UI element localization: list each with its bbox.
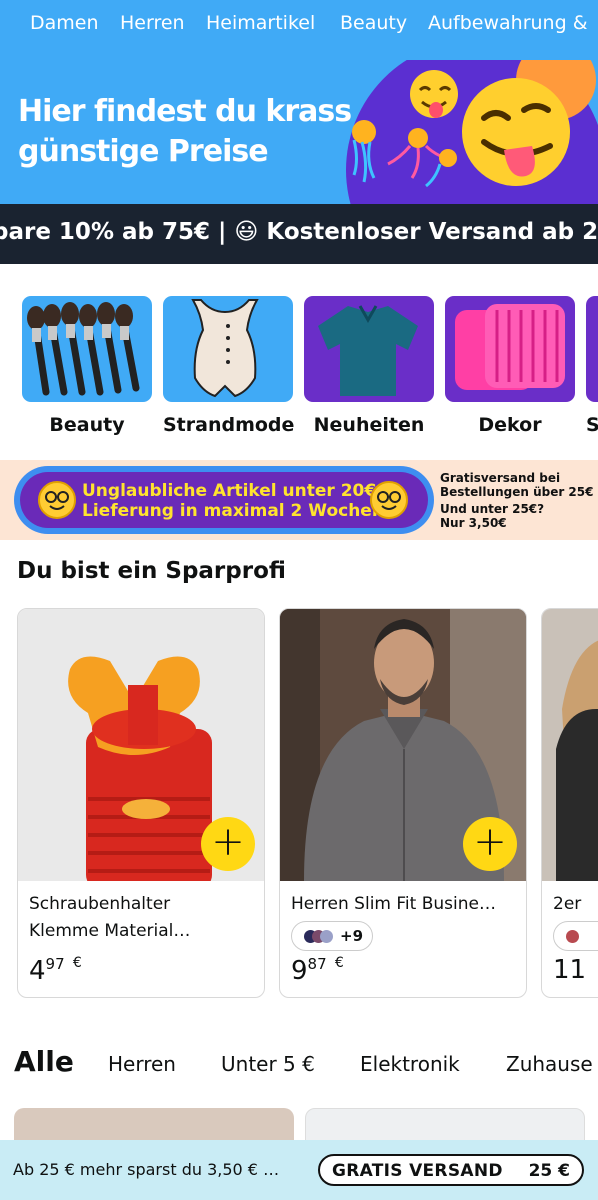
tab-alle[interactable]: Alle [14, 1045, 74, 1078]
nerd-emoji-icon [370, 481, 408, 519]
category-image-beauty [22, 296, 152, 402]
promo-side-text-1: Gratisversand bei [440, 471, 561, 485]
promo-pill: Unglaubliche Artikel unter 20€ Lieferung… [14, 466, 434, 534]
category-image-partial [586, 296, 598, 402]
product-card[interactable]: + Schraubenhalter Klemme Material… 497 € [17, 608, 265, 998]
free-shipping-threshold: 25 € [528, 1161, 570, 1181]
nerd-emoji-icon [38, 481, 76, 519]
hero-emoji-illustration [346, 60, 598, 204]
free-shipping-label: GRATIS VERSAND [332, 1161, 503, 1181]
hero-banner[interactable]: Hier findest du krass günstige Preise [0, 50, 598, 204]
hero-headline-line1: Hier findest du krass [18, 94, 352, 129]
swatch-dot [320, 930, 333, 943]
pillow-icon [445, 296, 575, 402]
category-image-neuheiten [304, 296, 434, 402]
category-image-dekor [445, 296, 575, 402]
shipping-message: Ab 25 € mehr sparst du 3,50 € … [13, 1160, 280, 1179]
product-image [542, 609, 598, 881]
promo-side-text-2: Bestellungen über 25€ [440, 485, 594, 499]
section-title: Du bist ein Sparprofi [17, 558, 286, 584]
small-tongue-emoji-icon [410, 70, 458, 118]
swatch-more-count: +9 [340, 927, 364, 945]
bodysuit-icon [163, 296, 293, 402]
nav-item-aufbewahrung[interactable]: Aufbewahrung & [428, 12, 588, 34]
color-swatches[interactable] [553, 921, 598, 951]
promo-line2: Lieferung in maximal 2 Wochen [82, 501, 384, 521]
product-card[interactable]: + Herren Slim Fit Busine… +9 987 € [279, 608, 527, 998]
promo-banner[interactable]: Unglaubliche Artikel unter 20€ Lieferung… [0, 460, 598, 540]
category-label: Neuheiten [313, 414, 425, 436]
free-shipping-button[interactable]: GRATIS VERSAND 25 € [318, 1154, 584, 1186]
category-label: Strandmode [163, 414, 295, 436]
promo-side-text-3: Und unter 25€? [440, 502, 545, 516]
swatch-dot [566, 930, 579, 943]
category-tile-beauty[interactable]: Beauty [22, 296, 152, 436]
nav-item-herren[interactable]: Herren [120, 12, 185, 34]
add-to-cart-button[interactable]: + [201, 817, 255, 871]
category-carousel: Beauty Strandmode Neuheiten Dekor S [0, 296, 598, 446]
tab-elektronik[interactable]: Elektronik [360, 1052, 460, 1076]
category-tile-neuheiten[interactable]: Neuheiten [304, 296, 434, 436]
promo-side-text-4: Nur 3,50€ [440, 516, 507, 530]
big-tongue-emoji-icon [462, 78, 570, 186]
promo-line1: Unglaubliche Artikel unter 20€ [82, 481, 377, 501]
product-price: 497 € [29, 955, 82, 986]
category-label: Dekor [478, 414, 542, 436]
category-image-strandmode [163, 296, 293, 402]
tab-unter-5[interactable]: Unter 5 € [221, 1052, 315, 1076]
add-to-cart-button[interactable]: + [463, 817, 517, 871]
product-title[interactable]: Schraubenhalter Klemme Material… [29, 891, 257, 945]
promo-ticker: pare 10% ab 75€ | 😃 Kostenloser Versand … [0, 204, 598, 264]
nav-item-damen[interactable]: Damen [30, 12, 99, 34]
category-label: S [586, 414, 598, 436]
category-tile-strandmode[interactable]: Strandmode [163, 296, 295, 436]
category-label: Beauty [49, 414, 125, 436]
tab-herren[interactable]: Herren [108, 1052, 176, 1076]
category-tile-partial[interactable]: S [586, 296, 598, 436]
hero-headline-line2: günstige Preise [18, 134, 269, 169]
color-swatches[interactable]: +9 [291, 921, 373, 951]
product-price: 987 € [291, 955, 344, 986]
filter-tabs: Alle Herren Unter 5 € Elektronik Zuhause [0, 1042, 598, 1086]
ticker-text: pare 10% ab 75€ | 😃 Kostenloser Versand … [0, 219, 598, 245]
nav-item-beauty[interactable]: Beauty [340, 12, 407, 34]
top-category-nav: Damen Herren Heimartikel Beauty Aufbewah… [0, 0, 598, 50]
category-tile-dekor[interactable]: Dekor [445, 296, 575, 436]
product-title[interactable]: Herren Slim Fit Busine… [291, 891, 519, 918]
makeup-brush-icon [22, 296, 152, 402]
tab-zuhause[interactable]: Zuhause [506, 1052, 593, 1076]
shipping-bar: Ab 25 € mehr sparst du 3,50 € … GRATIS V… [0, 1140, 598, 1200]
product-card[interactable]: 2er 11 [541, 608, 598, 998]
nav-item-heimartikel[interactable]: Heimartikel [206, 12, 315, 34]
product-price: 11 [553, 955, 587, 985]
product-title[interactable]: 2er [553, 891, 598, 918]
polo-shirt-icon [304, 296, 434, 402]
